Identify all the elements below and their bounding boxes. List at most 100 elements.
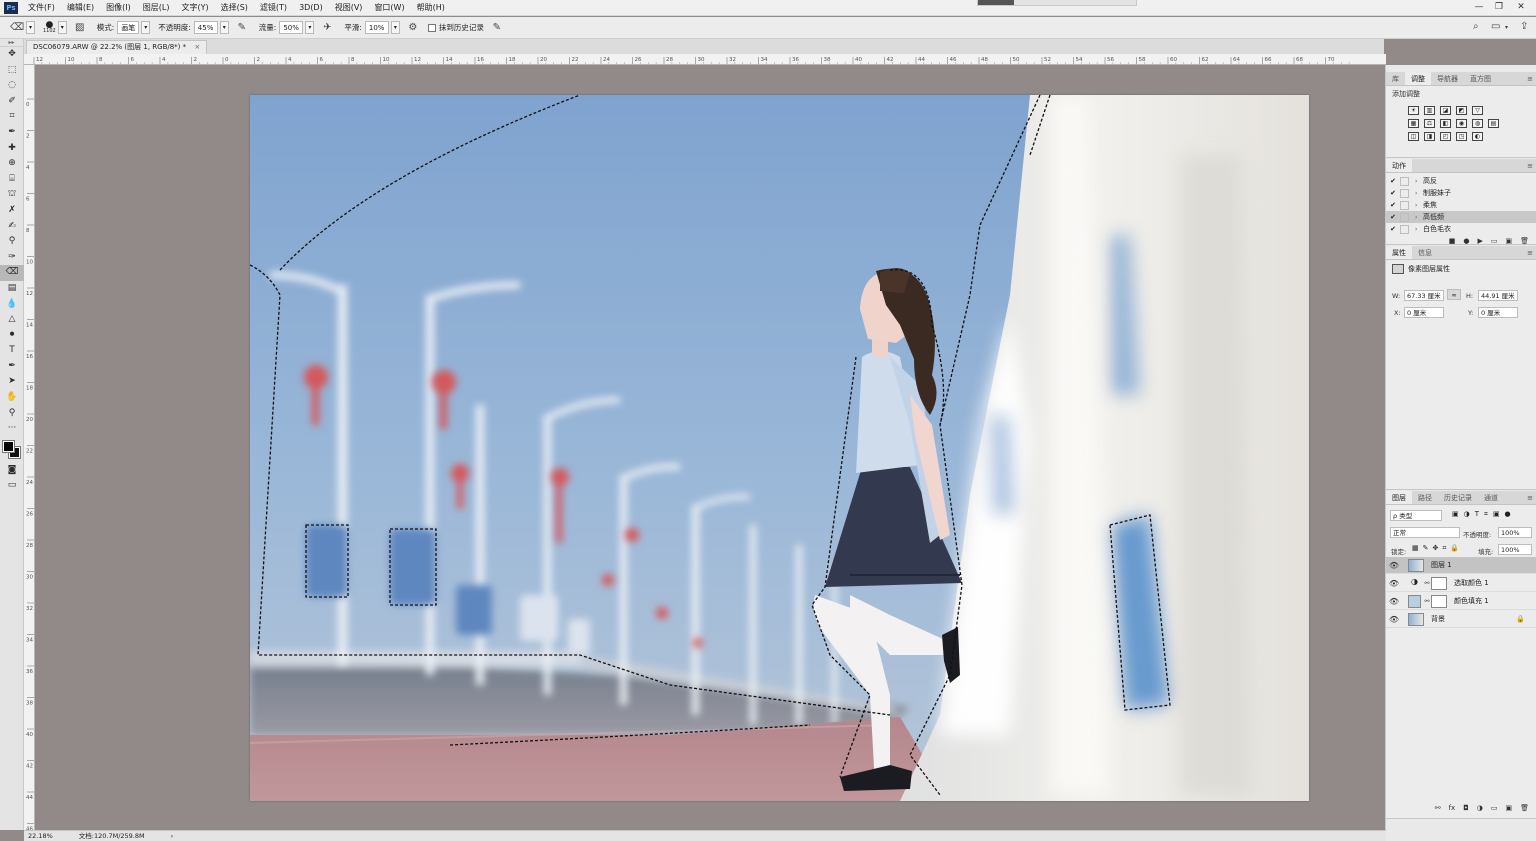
document-canvas-photo[interactable]: [250, 95, 1309, 801]
brush-panel-icon[interactable]: ▨: [73, 21, 87, 35]
layer-mask-thumbnail[interactable]: [1431, 594, 1447, 608]
panel-menu-icon[interactable]: ≡: [1527, 72, 1533, 86]
action-dialog-toggle[interactable]: [1400, 200, 1409, 210]
action-dialog-toggle[interactable]: [1400, 188, 1409, 198]
curves-icon[interactable]: ◪: [1440, 106, 1451, 115]
menu-layer[interactable]: 图层(L): [137, 0, 176, 16]
marquee-tool-icon[interactable]: ⬚: [0, 63, 24, 79]
eyedropper-tool-icon[interactable]: ✒: [0, 125, 24, 141]
tab-history[interactable]: 历史记录: [1438, 491, 1478, 504]
play-icon[interactable]: ▶: [1477, 237, 1482, 245]
brush-preset-picker[interactable]: ● 1102: [43, 20, 56, 34]
channel-mixer-icon[interactable]: ◍: [1472, 119, 1483, 128]
action-dialog-toggle[interactable]: [1400, 176, 1409, 186]
menu-file[interactable]: 文件(F): [22, 0, 61, 16]
layer-mask-thumbnail[interactable]: [1431, 576, 1447, 590]
layer-filter-select[interactable]: ρ 类型: [1390, 510, 1442, 521]
opacity-input[interactable]: 45%: [193, 21, 218, 34]
pen-tool-icon[interactable]: ✒: [0, 359, 24, 375]
action-item[interactable]: ✔ › 白色毛衣: [1386, 223, 1536, 235]
share-icon[interactable]: ⇪: [1520, 21, 1528, 32]
blur-tool-icon[interactable]: 💧: [0, 297, 24, 313]
healing-brush-tool-icon[interactable]: ⊕: [0, 156, 24, 172]
gradient-tool-icon[interactable]: ▤: [0, 281, 24, 297]
action-dialog-toggle[interactable]: [1400, 224, 1409, 234]
menu-select[interactable]: 选择(S): [215, 0, 254, 16]
action-check-icon[interactable]: ✔: [1386, 189, 1400, 197]
restore-button[interactable]: ❐: [1490, 0, 1508, 16]
airbrush-icon[interactable]: ✈: [320, 21, 334, 35]
screen-mode-icon[interactable]: ▭: [0, 478, 24, 494]
eraser-tool-icon[interactable]: ⌫: [0, 265, 24, 281]
text-tool-icon[interactable]: T: [0, 343, 24, 359]
action-check-icon[interactable]: ✔: [1386, 177, 1400, 185]
gear-icon[interactable]: ⚙: [406, 21, 420, 35]
black-white-icon[interactable]: ◧: [1440, 119, 1451, 128]
vibrance-icon[interactable]: ▽: [1472, 106, 1483, 115]
menu-filter[interactable]: 滤镜(T): [254, 0, 293, 16]
chain-link-icon[interactable]: ⚯: [1423, 598, 1431, 605]
tool-preset-dropdown[interactable]: ▾: [26, 21, 35, 34]
smoothing-dropdown[interactable]: ▾: [390, 21, 400, 34]
chain-link-icon[interactable]: ⚯: [1423, 580, 1431, 587]
action-item[interactable]: ✔ › 高反: [1386, 175, 1536, 187]
chevron-right-icon[interactable]: ›: [1415, 202, 1423, 209]
link-layers-icon[interactable]: ⚯: [1435, 804, 1441, 812]
quick-mask-icon[interactable]: ◙: [0, 463, 24, 479]
tab-adjustments[interactable]: 调整: [1405, 72, 1431, 85]
levels-icon[interactable]: ▥: [1424, 106, 1435, 115]
stop-icon[interactable]: ■: [1449, 237, 1456, 245]
flow-input[interactable]: 50%: [279, 21, 304, 34]
close-window-button[interactable]: ✕: [1512, 0, 1530, 16]
photo-filter-icon[interactable]: ◉: [1456, 119, 1467, 128]
posterize-icon[interactable]: ◨: [1424, 132, 1435, 141]
eye-icon[interactable]: 👁: [1386, 561, 1402, 570]
threshold-icon[interactable]: ◰: [1440, 132, 1451, 141]
delete-layer-icon[interactable]: 🗑: [1520, 804, 1529, 812]
document-tab[interactable]: DSC06079.ARW @ 22.2% (图层 1, RGB/8*) * ×: [26, 40, 208, 54]
eye-icon[interactable]: 👁: [1386, 579, 1402, 588]
chevron-right-icon[interactable]: ›: [1415, 178, 1423, 185]
menu-help[interactable]: 帮助(H): [411, 0, 451, 16]
new-adjustment-icon[interactable]: ◑: [1477, 804, 1483, 812]
brush-dropdown[interactable]: ▾: [57, 21, 67, 34]
color-balance-icon[interactable]: ⚖: [1424, 119, 1435, 128]
action-check-icon[interactable]: ✔: [1386, 225, 1400, 233]
workspace-icon[interactable]: ▭: [1491, 21, 1500, 32]
layer-row[interactable]: 👁 ◑ ⚯ 选取颜色 1: [1386, 575, 1536, 592]
tab-actions[interactable]: 动作: [1386, 159, 1412, 172]
erase-history-checkbox[interactable]: [427, 23, 436, 32]
record-icon[interactable]: ●: [1463, 237, 1469, 245]
tab-libraries[interactable]: 库: [1386, 72, 1405, 85]
actions-menu-icon[interactable]: ≡: [1527, 159, 1533, 173]
new-set-icon[interactable]: ▭: [1491, 237, 1498, 245]
sharpen-tool-icon[interactable]: △: [0, 312, 24, 328]
width-input[interactable]: 67.33 厘米: [1404, 290, 1444, 301]
layer-row[interactable]: 👁 ⚯ 颜色填充 1: [1386, 593, 1536, 610]
layer-opacity-input[interactable]: 100%: [1498, 527, 1532, 538]
fx-icon[interactable]: fx: [1449, 804, 1456, 812]
tab-properties[interactable]: 属性: [1386, 246, 1412, 259]
exposure-icon[interactable]: ◩: [1456, 106, 1467, 115]
layer-row[interactable]: 👁 背景 🔒: [1386, 611, 1536, 628]
smoothing-input[interactable]: 10%: [364, 21, 389, 34]
action-item[interactable]: ✔ › 制服妹子: [1386, 187, 1536, 199]
tab-layers[interactable]: 图层: [1386, 491, 1412, 504]
menu-window[interactable]: 窗口(W): [368, 0, 410, 16]
menu-edit[interactable]: 编辑(E): [61, 0, 100, 16]
floating-window-tab[interactable]: [977, 0, 1137, 6]
toolbar-grip[interactable]: ▸▸: [0, 39, 23, 47]
action-check-icon[interactable]: ✔: [1386, 213, 1400, 221]
chevron-right-icon[interactable]: ›: [1415, 226, 1423, 233]
zoom-tool-icon[interactable]: ⚲: [0, 406, 24, 422]
properties-menu-icon[interactable]: ≡: [1527, 246, 1533, 260]
action-item-selected[interactable]: ✔ › 高低频: [1386, 211, 1536, 223]
eye-icon[interactable]: 👁: [1386, 597, 1402, 606]
chevron-right-icon[interactable]: ›: [1415, 214, 1423, 221]
mode-select[interactable]: 画笔: [117, 21, 140, 34]
history-brush-tool-icon[interactable]: ✑: [0, 250, 24, 266]
content-aware-move-icon[interactable]: ✗: [0, 203, 24, 219]
mode-dropdown[interactable]: ▾: [141, 21, 151, 34]
selective-color-icon[interactable]: ◳: [1456, 132, 1467, 141]
layer-filter-icons[interactable]: ▣◑T⌗▣●: [1452, 510, 1516, 519]
